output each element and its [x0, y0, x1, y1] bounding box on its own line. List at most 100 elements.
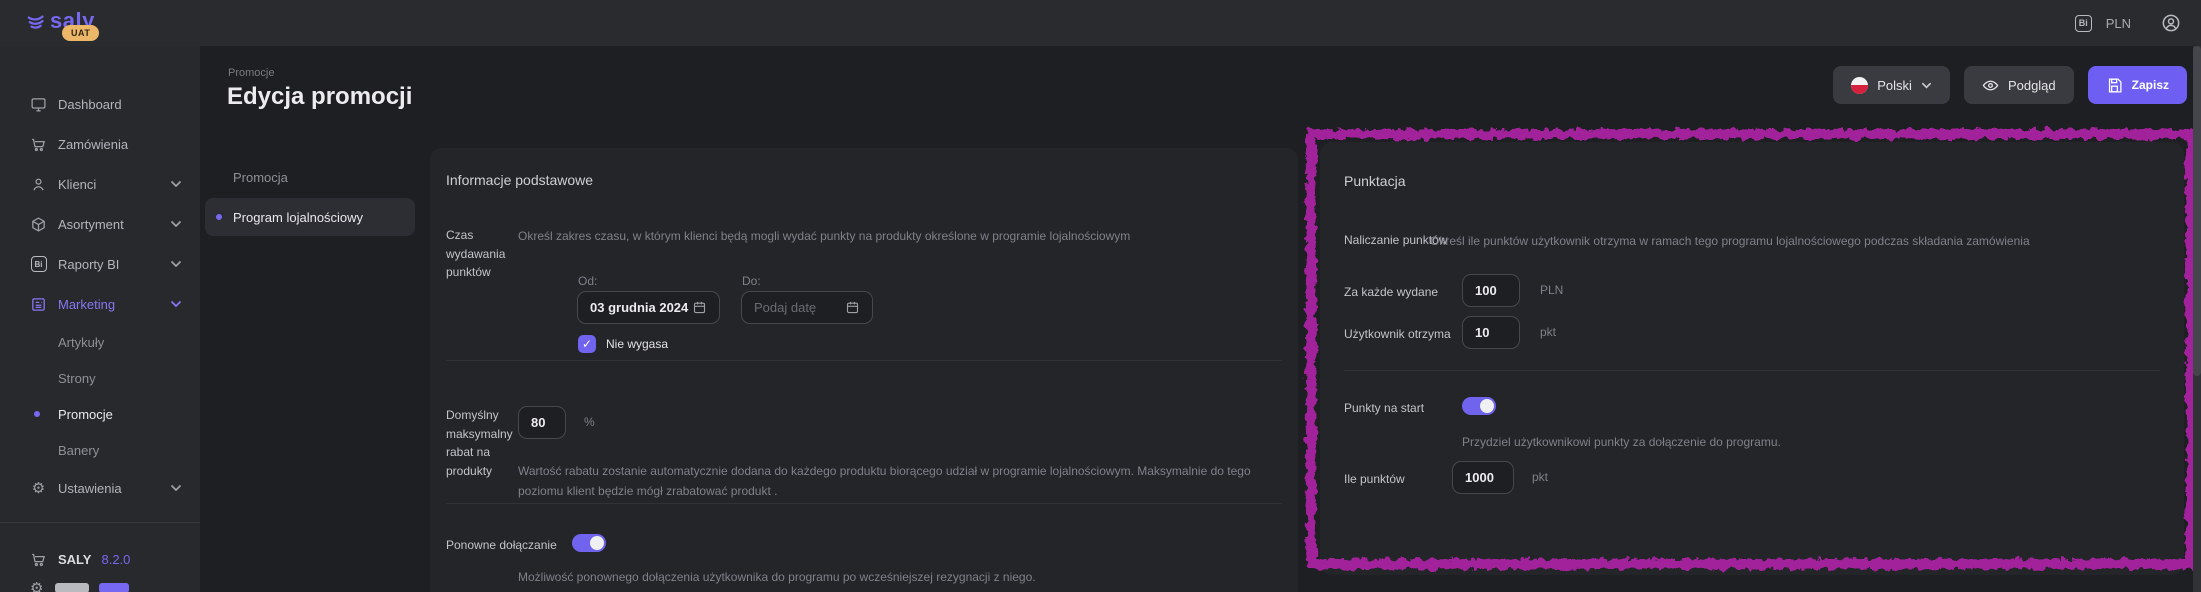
how-many-value: 1000	[1465, 470, 1494, 485]
field-desc-accrual: Określ ile punktów użytkownik otrzyma w …	[1430, 231, 2150, 251]
date-from-label: Od:	[578, 271, 597, 291]
receive-value: 10	[1475, 325, 1489, 340]
field-label-receive: Użytkownik otrzyma	[1344, 325, 1451, 344]
sidebar-item-marketing[interactable]: Marketing	[0, 284, 200, 324]
field-label-how-many: Ile punktów	[1344, 470, 1405, 489]
cart-icon	[30, 136, 47, 153]
field-label-rejoin: Ponowne dołączanie	[446, 536, 557, 555]
currency-bi-icon[interactable]: Bi	[2075, 15, 2092, 32]
sidebar-subitem-articles[interactable]: Artykuły	[0, 324, 200, 360]
basic-info-panel: Informacje podstawowe Czas wydawania pun…	[430, 148, 1298, 592]
discount-unit: %	[584, 415, 595, 429]
discount-input[interactable]: 80	[518, 406, 566, 439]
cart-logo-icon	[26, 12, 48, 34]
sidebar-subitem-banners[interactable]: Banery	[0, 432, 200, 468]
start-points-toggle[interactable]	[1462, 397, 1496, 415]
version-row-partial: ⚙	[0, 581, 200, 592]
sidebar-subitem-promotions[interactable]: Promocje	[0, 396, 200, 432]
tab-label: Promocja	[233, 170, 288, 185]
how-many-input[interactable]: 1000	[1452, 461, 1514, 494]
calendar-icon	[692, 300, 707, 315]
date-from-input[interactable]: 03 grudnia 2024	[577, 291, 720, 324]
sidebar-item-label: Marketing	[58, 297, 170, 312]
tab-promotion[interactable]: Promocja	[205, 158, 415, 196]
marketing-icon	[30, 296, 47, 313]
user-icon	[30, 176, 47, 193]
field-desc-start-points: Przydziel użytkownikowi punkty za dołącz…	[1462, 432, 2142, 452]
bi-icon: Bi	[30, 256, 47, 273]
scrollbar-thumb[interactable]	[2193, 46, 2201, 376]
profile-icon[interactable]	[2161, 13, 2181, 33]
sidebar-divider	[0, 522, 200, 523]
save-label: Zapisz	[2132, 78, 2169, 92]
save-button[interactable]: Zapisz	[2088, 66, 2187, 104]
active-dot	[216, 214, 222, 220]
page-title: Edycja promocji	[227, 83, 412, 111]
currency-label[interactable]: PLN	[2106, 16, 2131, 31]
subitem-label: Strony	[58, 371, 96, 386]
chevron-down-icon	[170, 218, 182, 230]
gear-icon: ⚙	[30, 480, 47, 497]
section-divider	[446, 503, 1282, 504]
page-scrollbar[interactable]	[2193, 46, 2201, 592]
chevron-down-icon	[170, 482, 182, 494]
sidebar-item-orders[interactable]: Zamówienia	[0, 124, 200, 164]
preview-label: Podgląd	[2008, 78, 2056, 93]
clipped-version	[99, 583, 129, 592]
calendar-icon	[845, 300, 860, 315]
clipped-text	[55, 583, 89, 592]
chevron-down-icon	[170, 178, 182, 190]
check-icon: ✓	[582, 337, 592, 351]
sidebar-item-assortment[interactable]: Asortyment	[0, 204, 200, 244]
date-to-input[interactable]: Podaj datę	[741, 291, 873, 324]
receive-input[interactable]: 10	[1462, 316, 1520, 349]
toggle-knob	[590, 536, 604, 550]
receive-unit: pkt	[1540, 325, 1556, 339]
language-selector[interactable]: Polski	[1833, 66, 1950, 104]
subitem-label: Banery	[58, 443, 99, 458]
date-from-value: 03 grudnia 2024	[590, 300, 688, 315]
sidebar: Dashboard Zamówienia Klienci Asortyment …	[0, 46, 200, 592]
cart-icon	[30, 551, 47, 568]
sidebar-item-label: Raporty BI	[58, 257, 170, 272]
field-desc-discount: Wartość rabatu zostanie automatycznie do…	[518, 461, 1278, 502]
no-expiry-label: Nie wygasa	[606, 335, 668, 354]
preview-button[interactable]: Podgląd	[1964, 66, 2074, 104]
toggle-knob	[1480, 399, 1494, 413]
panel-title: Punktacja	[1344, 173, 1405, 189]
sidebar-item-dashboard[interactable]: Dashboard	[0, 84, 200, 124]
sidebar-item-clients[interactable]: Klienci	[0, 164, 200, 204]
package-icon	[30, 216, 47, 233]
panel-title: Informacje podstawowe	[446, 172, 593, 188]
monitor-icon	[30, 96, 47, 113]
chevron-down-icon	[170, 258, 182, 270]
sidebar-item-reports-bi[interactable]: Bi Raporty BI	[0, 244, 200, 284]
app-logo[interactable]: saly UAT	[26, 0, 95, 46]
tab-loyalty-program[interactable]: Program lojalnościowy	[205, 198, 415, 236]
tab-label: Program lojalnościowy	[233, 210, 363, 225]
field-label-period: Czas wydawania punktów	[446, 226, 516, 282]
section-divider	[446, 360, 1282, 361]
language-label: Polski	[1877, 78, 1912, 93]
gear-icon: ⚙	[30, 581, 43, 592]
sidebar-item-label: Zamówienia	[58, 137, 182, 152]
topbar: saly UAT Bi PLN	[0, 0, 2201, 46]
app-name: SALY	[58, 552, 91, 567]
active-dot	[34, 411, 40, 417]
breadcrumb[interactable]: Promocje	[228, 67, 274, 79]
eye-icon	[1982, 77, 1999, 94]
sidebar-item-settings[interactable]: ⚙ Ustawienia	[0, 468, 200, 508]
environment-badge: UAT	[62, 25, 99, 41]
rejoin-toggle[interactable]	[572, 534, 606, 552]
app-version: 8.2.0	[101, 552, 130, 567]
field-desc-rejoin: Możliwość ponownego dołączenia użytkowni…	[518, 567, 1278, 587]
field-label-discount: Domyślny maksymalny rabat na produkty	[446, 406, 518, 480]
sidebar-subitem-pages[interactable]: Strony	[0, 360, 200, 396]
section-divider	[1344, 370, 2160, 371]
subitem-label: Artykuły	[58, 335, 104, 350]
discount-value: 80	[531, 415, 545, 430]
spent-input[interactable]: 100	[1462, 274, 1520, 307]
sidebar-item-label: Klienci	[58, 177, 170, 192]
app-version-row: SALY 8.2.0	[0, 539, 200, 579]
no-expiry-checkbox[interactable]: ✓	[578, 335, 596, 353]
